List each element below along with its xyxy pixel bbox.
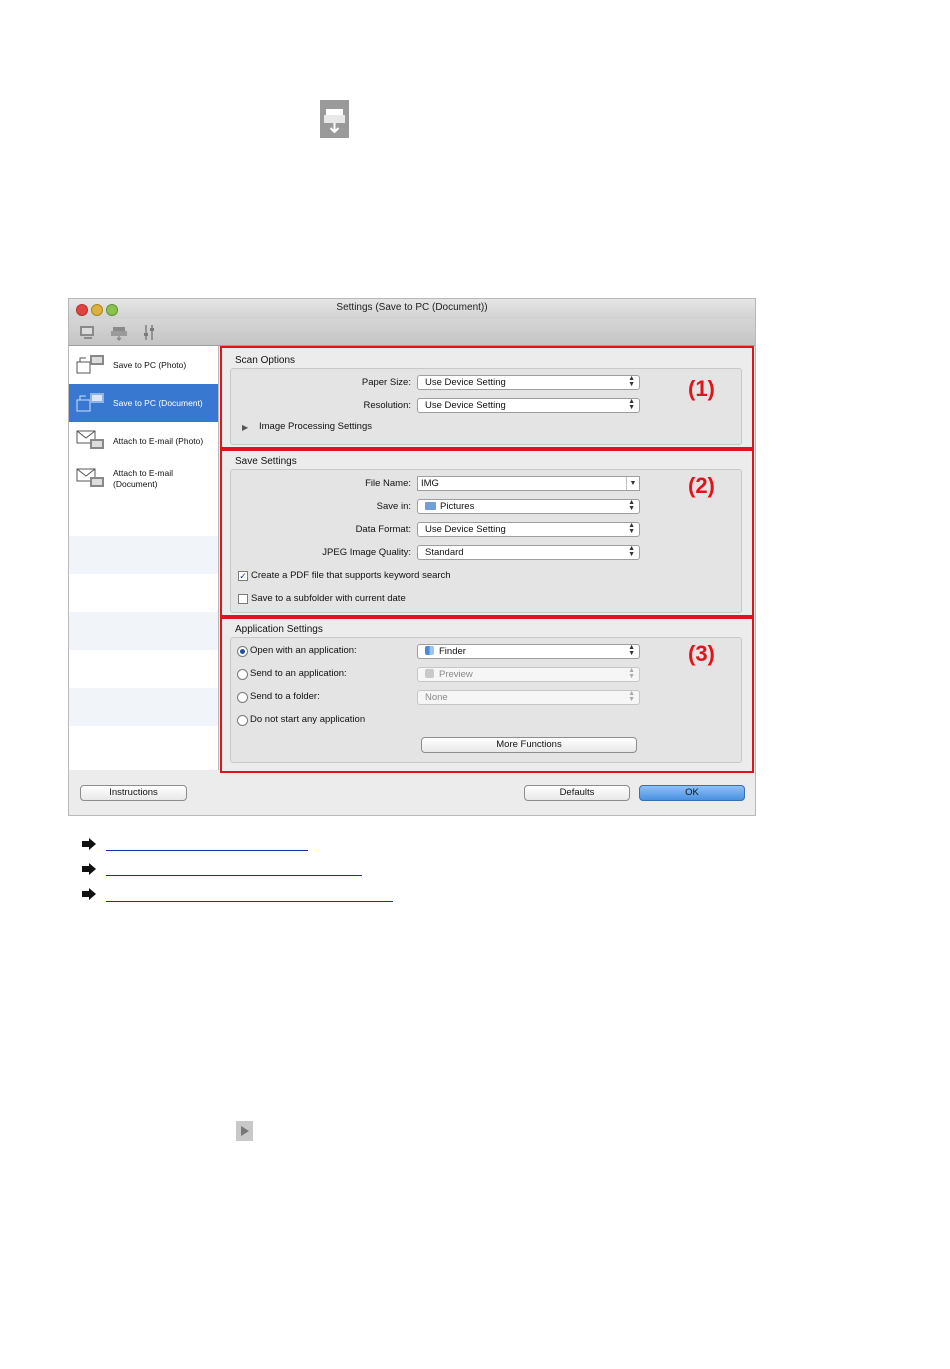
marker-2: (2)	[688, 473, 715, 498]
image-processing-settings-label[interactable]: Image Processing Settings	[259, 421, 372, 432]
paper-size-value: Use Device Setting	[425, 377, 506, 388]
sidebar-empty-row	[69, 688, 218, 726]
chevron-down-icon[interactable]: ▼	[626, 477, 639, 490]
application-settings-title: Application Settings	[235, 624, 323, 635]
popup-arrows-icon: ▲ ▼	[628, 644, 635, 657]
ok-button[interactable]: OK	[639, 785, 745, 801]
data-format-popup[interactable]: Use Device Setting ▲ ▼	[417, 522, 640, 537]
send-to-folder-label: Send to a folder:	[250, 691, 320, 702]
jpeg-quality-popup[interactable]: Standard ▲ ▼	[417, 545, 640, 560]
no-app-label: Do not start any application	[250, 714, 366, 725]
send-to-folder-radio[interactable]	[237, 692, 248, 703]
email-photo-icon	[76, 429, 106, 451]
open-with-app-radio[interactable]	[237, 646, 248, 657]
resolution-label: Resolution:	[363, 400, 411, 411]
sidebar-item-attach-email-photo[interactable]: Attach to E-mail (Photo)	[69, 422, 218, 460]
send-to-app-radio[interactable]	[237, 669, 248, 680]
send-to-app-popup[interactable]: Preview ▲ ▼	[417, 667, 640, 682]
toolbar	[69, 319, 755, 346]
link-arrow-icon	[82, 863, 96, 875]
send-to-app-value: Preview	[439, 669, 473, 680]
general-settings-icon[interactable]	[139, 323, 159, 341]
send-to-app-label: Send to an application:	[250, 668, 347, 679]
window-title: Settings (Save to PC (Document))	[336, 302, 488, 313]
jpeg-quality-value: Standard	[425, 547, 464, 558]
save-in-value: Pictures	[440, 501, 475, 512]
save-document-icon	[76, 391, 106, 413]
popup-arrows-icon: ▲ ▼	[628, 522, 635, 535]
settings-window: Settings (Save to PC (Document)) Save to…	[68, 298, 756, 816]
more-functions-button[interactable]: More Functions	[421, 737, 637, 753]
disclosure-triangle-icon	[236, 1121, 253, 1141]
link-underline[interactable]	[106, 850, 308, 851]
defaults-button[interactable]: Defaults	[524, 785, 630, 801]
resolution-value: Use Device Setting	[425, 400, 506, 411]
link-underline[interactable]	[106, 901, 393, 902]
popup-arrows-icon: ▲ ▼	[628, 545, 635, 558]
application-settings-group: Open with an application: Finder ▲ ▼ Send…	[230, 637, 742, 763]
sidebar-empty-row	[69, 612, 218, 650]
data-format-value: Use Device Setting	[425, 524, 506, 535]
open-with-app-popup[interactable]: Finder ▲ ▼	[417, 644, 640, 659]
marker-1: (1)	[688, 376, 715, 401]
pdf-keyword-checkbox[interactable]: ✓	[238, 571, 248, 581]
file-name-combo[interactable]: IMG ▼	[417, 476, 640, 491]
send-to-folder-popup[interactable]: None ▲ ▼	[417, 690, 640, 705]
send-to-folder-value: None	[425, 692, 448, 703]
scan-options-section: Scan Options Paper Size: Use Device Sett…	[220, 346, 754, 449]
save-settings-section: Save Settings File Name: IMG ▼ Save in: …	[220, 449, 754, 617]
scan-options-group: Paper Size: Use Device Setting ▲ ▼ Resolu…	[230, 368, 742, 445]
popup-arrows-icon: ▲ ▼	[628, 375, 635, 388]
finder-icon	[425, 646, 434, 655]
sidebar: Save to PC (Photo) Save to PC (Document)…	[69, 346, 219, 770]
open-with-app-label: Open with an application:	[250, 645, 357, 656]
subfolder-checkbox[interactable]	[238, 594, 248, 604]
disclosure-triangle-icon[interactable]: ▶	[242, 423, 248, 432]
scan-from-operation-panel-icon[interactable]	[109, 323, 129, 341]
save-in-label: Save in:	[376, 501, 411, 512]
preview-icon	[425, 669, 434, 678]
data-format-label: Data Format:	[355, 524, 411, 535]
save-photo-icon	[76, 353, 106, 375]
scan-options-title: Scan Options	[235, 355, 296, 366]
scan-from-operation-panel-tab-icon	[320, 100, 349, 138]
popup-arrows-icon: ▲ ▼	[628, 499, 635, 512]
sidebar-item-attach-email-document[interactable]: Attach to E-mail (Document)	[69, 460, 218, 498]
scan-from-computer-icon[interactable]	[78, 323, 98, 341]
instructions-button[interactable]: Instructions	[80, 785, 187, 801]
open-with-app-value: Finder	[439, 646, 466, 657]
sidebar-item-save-to-pc-photo[interactable]: Save to PC (Photo)	[69, 346, 218, 384]
save-in-popup[interactable]: Pictures ▲ ▼	[417, 499, 640, 514]
jpeg-quality-label: JPEG Image Quality:	[322, 547, 411, 558]
save-settings-group: File Name: IMG ▼ Save in: Pictures ▲ ▼ Da…	[230, 469, 742, 613]
application-settings-section: Application Settings Open with an applic…	[220, 617, 754, 773]
email-document-icon	[76, 467, 106, 489]
popup-arrows-icon: ▲ ▼	[628, 398, 635, 411]
link-arrow-icon	[82, 838, 96, 850]
paper-size-popup[interactable]: Use Device Setting ▲ ▼	[417, 375, 640, 390]
link-underline[interactable]	[106, 875, 362, 876]
file-name-value: IMG	[421, 478, 439, 489]
resolution-popup[interactable]: Use Device Setting ▲ ▼	[417, 398, 640, 413]
save-settings-title: Save Settings	[235, 456, 297, 467]
subfolder-label: Save to a subfolder with current date	[251, 593, 406, 604]
folder-icon	[425, 502, 436, 510]
sidebar-item-save-to-pc-document[interactable]: Save to PC (Document)	[69, 384, 218, 422]
sidebar-empty-row	[69, 536, 218, 574]
paper-size-label: Paper Size:	[361, 377, 411, 388]
title-bar: Settings (Save to PC (Document))	[69, 299, 755, 319]
file-name-label: File Name:	[365, 478, 411, 489]
pdf-keyword-label: Create a PDF file that supports keyword …	[251, 570, 451, 581]
no-app-radio[interactable]	[237, 715, 248, 726]
link-arrow-icon	[82, 888, 96, 900]
popup-arrows-icon: ▲ ▼	[628, 690, 635, 703]
marker-3: (3)	[688, 641, 715, 666]
popup-arrows-icon: ▲ ▼	[628, 667, 635, 680]
